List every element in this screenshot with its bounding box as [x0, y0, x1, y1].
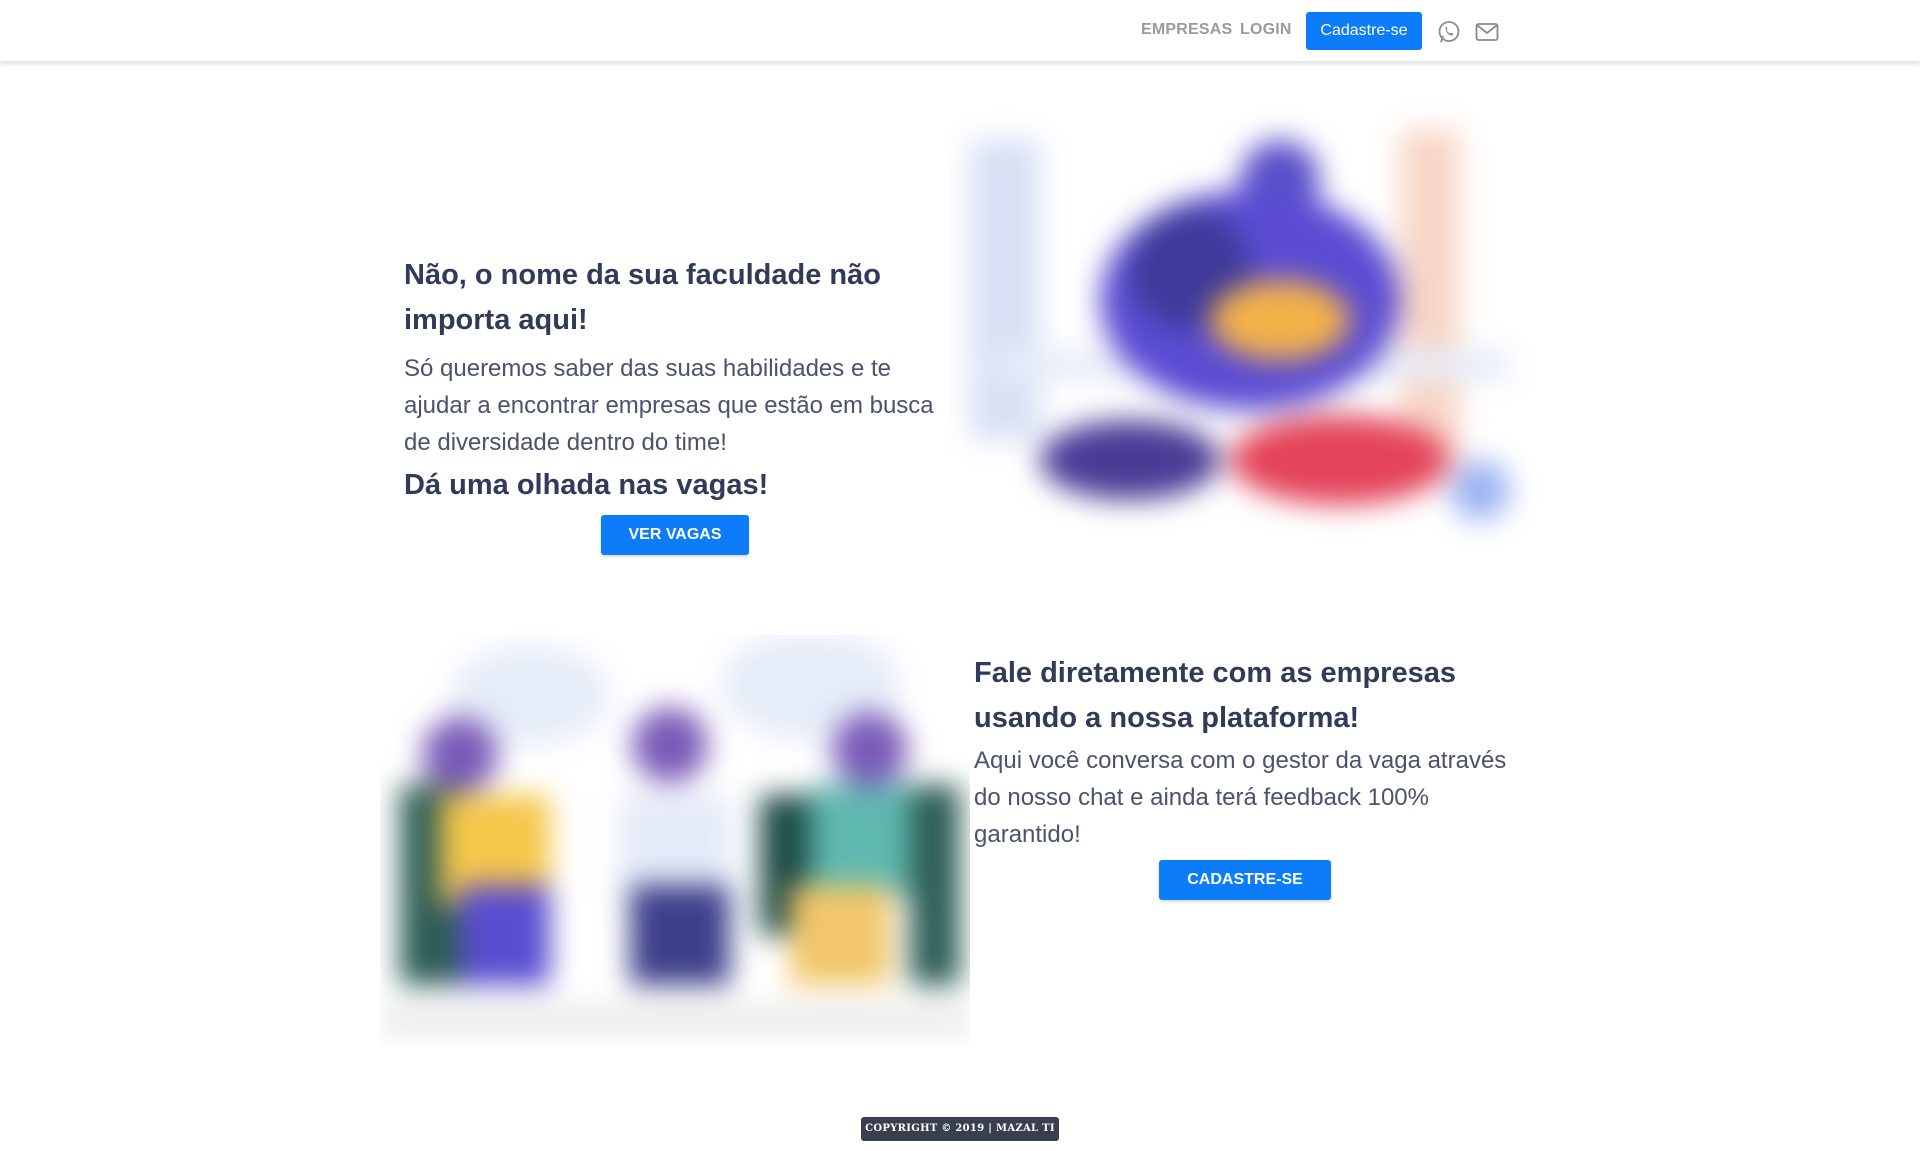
chat-title: Fale diretamente com as empresas usando … — [974, 657, 1456, 734]
signup-button[interactable]: Cadastre-se — [1306, 12, 1422, 50]
chat-illustration — [380, 635, 970, 1045]
chat-description: Aqui você conversa com o gestor da vaga … — [974, 747, 1507, 848]
nav-link-login[interactable]: LOGIN — [1240, 21, 1292, 39]
nav-link-empresas[interactable]: EMPRESAS — [1141, 21, 1232, 39]
navbar: EMPRESAS LOGIN Cadastre-se — [0, 0, 1920, 62]
copyright-badge: COPYRIGHT © 2019 | MAZAL TI — [861, 1117, 1059, 1141]
register-button[interactable]: CADASTRE-SE — [1159, 860, 1331, 900]
view-jobs-button[interactable]: VER VAGAS — [601, 515, 749, 555]
whatsapp-icon[interactable] — [1436, 19, 1462, 45]
hero-illustration — [950, 100, 1540, 570]
hero-description: Só queremos saber das suas habilidades e… — [404, 355, 934, 456]
hero-subtitle: Dá uma olhada nas vagas! — [404, 469, 769, 501]
mail-icon[interactable] — [1474, 19, 1500, 45]
hero-title: Não, o nome da sua faculdade não importa… — [404, 259, 881, 336]
